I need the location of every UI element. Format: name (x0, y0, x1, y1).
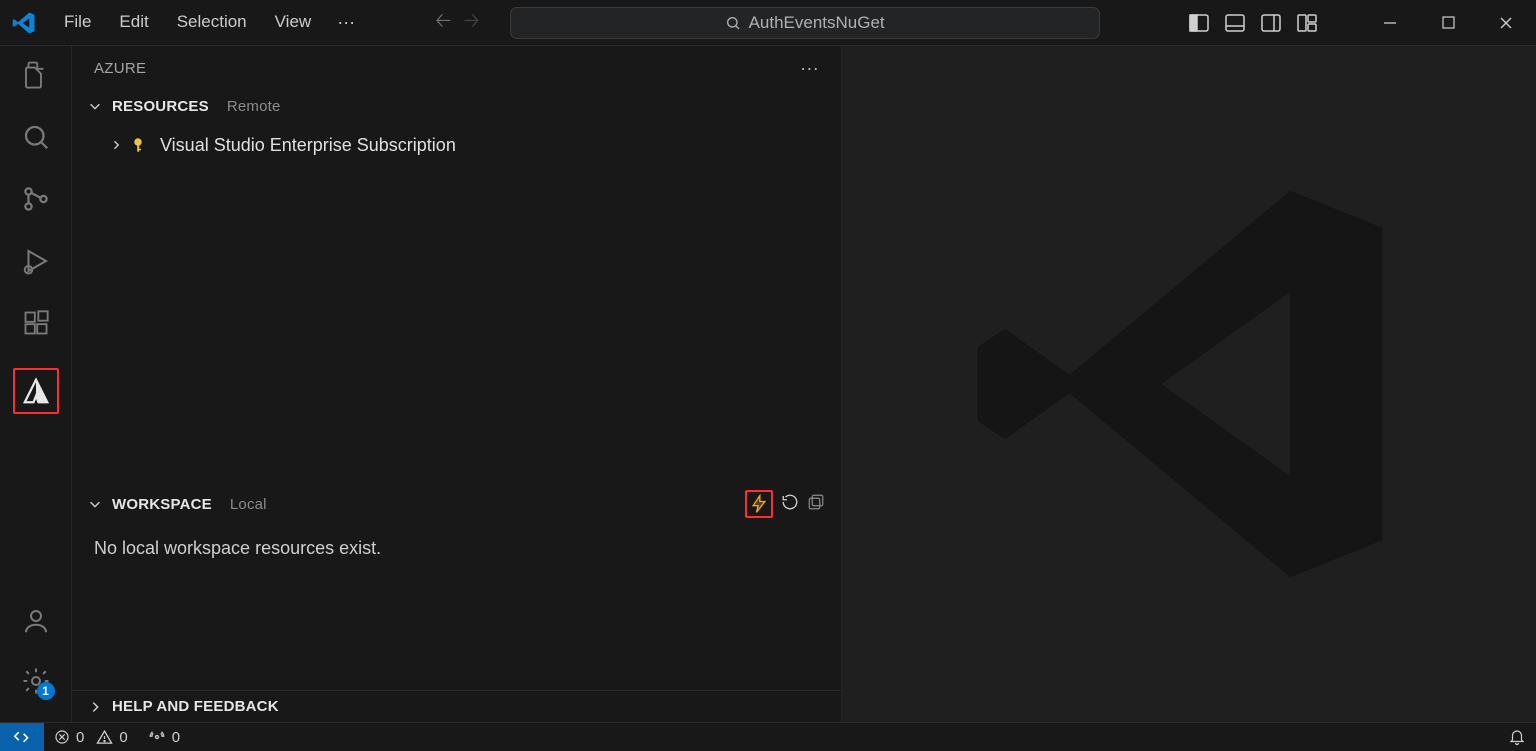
menu-more[interactable]: ··· (327, 8, 365, 37)
layout-right-icon[interactable] (1260, 13, 1282, 33)
bell-icon (1508, 728, 1526, 746)
warnings-count: 0 (119, 729, 127, 746)
nav-back-icon[interactable]: 🡠 (435, 6, 451, 40)
status-problems[interactable]: 0 0 (44, 723, 138, 751)
sidebar-title-row: AZURE ··· (72, 46, 841, 90)
vscode-watermark-icon (842, 46, 1536, 722)
window-minimize[interactable] (1368, 3, 1412, 43)
key-icon (132, 136, 150, 154)
command-center[interactable]: AuthEventsNuGet (510, 7, 1100, 39)
ports-count: 0 (172, 729, 180, 746)
nav-arrows: 🡠 🡢 (435, 6, 479, 40)
azure-functions-icon[interactable] (749, 494, 769, 514)
warning-icon (96, 729, 113, 746)
window-maximize[interactable] (1426, 3, 1470, 43)
workspace-label: WORKSPACE (112, 496, 212, 513)
sidebar-more-icon[interactable]: ··· (800, 58, 819, 79)
status-ports[interactable]: 0 (138, 723, 190, 751)
deploy-icon[interactable] (807, 493, 825, 515)
source-control-icon[interactable] (19, 182, 53, 216)
search-icon (725, 15, 741, 31)
menu-selection[interactable]: Selection (165, 8, 259, 37)
manage-badge: 1 (37, 682, 55, 700)
resources-sub: Remote (227, 98, 281, 115)
functions-action-highlight (745, 490, 773, 518)
layout-customize-icon[interactable] (1296, 13, 1318, 33)
workspace-section-header[interactable]: WORKSPACE Local (72, 488, 841, 520)
errors-count: 0 (76, 729, 84, 746)
refresh-icon[interactable] (781, 493, 799, 515)
ports-icon (148, 728, 166, 746)
chevron-down-icon (88, 99, 102, 113)
azure-icon[interactable] (19, 374, 53, 408)
accounts-icon[interactable] (19, 604, 53, 638)
nav-forward-icon[interactable]: 🡢 (463, 6, 479, 40)
workspace-body: No local workspace resources exist. (72, 520, 841, 690)
help-label: HELP AND FEEDBACK (112, 698, 279, 715)
extensions-icon[interactable] (19, 306, 53, 340)
status-notifications[interactable] (1498, 728, 1536, 746)
chevron-right-icon (88, 700, 102, 714)
run-debug-icon[interactable] (19, 244, 53, 278)
menu-edit[interactable]: Edit (107, 8, 160, 37)
help-section-header[interactable]: HELP AND FEEDBACK (72, 690, 841, 722)
subscription-node[interactable]: Visual Studio Enterprise Subscription (76, 128, 841, 162)
activity-bar: 1 (0, 46, 72, 722)
manage-gear-icon[interactable]: 1 (19, 664, 53, 698)
resources-section-header[interactable]: RESOURCES Remote (72, 90, 841, 122)
resources-label: RESOURCES (112, 98, 209, 115)
sidebar-title: AZURE (94, 60, 146, 77)
editor-area (842, 46, 1536, 722)
chevron-right-icon (110, 139, 122, 151)
chevron-down-icon (88, 497, 102, 511)
explorer-icon[interactable] (19, 58, 53, 92)
remote-indicator[interactable] (0, 723, 44, 751)
menu-file[interactable]: File (52, 8, 103, 37)
workspace-empty-message: No local workspace resources exist. (94, 538, 381, 558)
layout-left-icon[interactable] (1188, 13, 1210, 33)
title-bar: File Edit Selection View ··· 🡠 🡢 AuthEve… (0, 0, 1536, 46)
search-activity-icon[interactable] (19, 120, 53, 154)
azure-activity-highlight (13, 368, 59, 414)
window-close[interactable] (1484, 3, 1528, 43)
menu-bar: File Edit Selection View ··· (52, 8, 365, 37)
workspace-sub: Local (230, 496, 267, 513)
status-bar: 0 0 0 (0, 722, 1536, 751)
vscode-logo-icon (12, 11, 36, 35)
layout-bottom-icon[interactable] (1224, 13, 1246, 33)
subscription-label: Visual Studio Enterprise Subscription (160, 135, 456, 156)
command-center-text: AuthEventsNuGet (749, 13, 885, 33)
sidebar-panel: AZURE ··· RESOURCES Remote Visual Studio… (72, 46, 842, 722)
menu-view[interactable]: View (263, 8, 324, 37)
error-icon (54, 729, 70, 745)
resources-body: Visual Studio Enterprise Subscription (72, 122, 841, 488)
